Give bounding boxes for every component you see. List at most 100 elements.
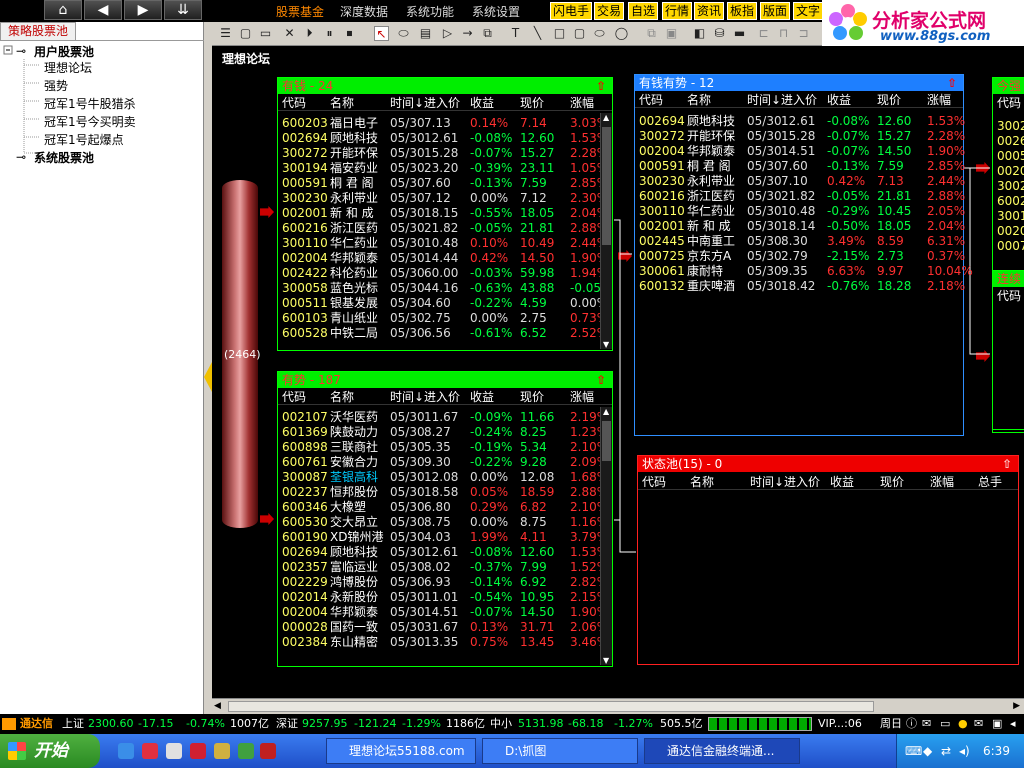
table-row[interactable]: 002004 华邦颖泰 05/30 14.51 -0.07% 14.50 1.90% (635, 144, 965, 159)
task-tdx-terminal[interactable]: 通达信金融终端通... (644, 738, 800, 764)
scroll-right-icon[interactable]: ▶ (1013, 701, 1020, 711)
table-row[interactable]: 600216 浙江医药 05/30 21.82 -0.05% 21.81 2.88% (635, 189, 965, 204)
table-row[interactable]: 300087 荃银高科 05/30 12.08 0.00% 12.08 1.68% (278, 470, 608, 485)
app-icon-2[interactable] (190, 743, 206, 759)
stock-code[interactable]: 0005 (997, 149, 1024, 164)
table-row[interactable]: 300061 康耐特 05/30 9.35 6.63% 9.97 10.04% (635, 264, 973, 279)
app-icon[interactable] (142, 743, 158, 759)
start-button[interactable]: 开始 (0, 734, 100, 768)
stock-code[interactable]: 3002 (997, 179, 1024, 194)
column-header-gain[interactable]: 收益 (470, 96, 494, 111)
column-header-time[interactable]: 时间↓ (747, 93, 781, 108)
table-row[interactable]: 002694 顾地科技 05/30 12.61 -0.08% 12.60 1.53% (635, 114, 965, 129)
scroll-down-icon[interactable]: ▼ (603, 340, 609, 349)
table-row[interactable]: 600203 福日电子 05/30 7.13 0.14% 7.14 3.03% (278, 116, 608, 131)
table-row[interactable]: 002384 东山精密 05/30 13.35 0.75% 13.45 3.46% (278, 635, 608, 650)
stock-code[interactable]: 6002 (997, 194, 1024, 209)
column-header-name[interactable]: 名称 (330, 390, 354, 405)
table-row[interactable]: 600190 XD锦州港 05/30 4.03 1.99% 4.11 3.79% (278, 530, 608, 545)
clock[interactable]: 6:39 (983, 744, 1010, 758)
table-row[interactable]: 300194 福安药业 05/30 23.20 -0.39% 23.11 1.05% (278, 161, 608, 176)
pool-up-arrow-icon[interactable]: ⇧ (1002, 456, 1012, 472)
table-row[interactable]: 002445 中南重工 05/30 8.30 3.49% 8.59 6.31% (635, 234, 965, 249)
column-header-time[interactable]: 时间↓ (390, 390, 424, 405)
network-icon[interactable]: ⇄ (941, 744, 951, 758)
column-header-price[interactable]: 现价 (520, 390, 544, 405)
table-row[interactable]: 002694 顾地科技 05/30 12.61 -0.08% 12.60 1.53% (278, 545, 608, 560)
table-row[interactable]: 600216 浙江医药 05/30 21.82 -0.05% 21.81 2.88% (278, 221, 608, 236)
table-row[interactable]: 600103 青山纸业 05/30 2.75 0.00% 2.75 0.73% (278, 311, 608, 326)
table-row[interactable]: 300110 华仁药业 05/30 10.48 -0.29% 10.45 2.05% (635, 204, 965, 219)
monitor-icon[interactable]: ▣ (992, 714, 1002, 734)
table-row[interactable]: 002694 顾地科技 05/30 12.61 -0.08% 12.60 1.53% (278, 131, 608, 146)
column-header-code[interactable]: 代码 (282, 390, 306, 405)
table-row[interactable]: 002237 恒邦股份 05/30 18.58 0.05% 18.59 2.88% (278, 485, 608, 500)
keyboard-icon[interactable]: ⌨ (905, 744, 922, 758)
scroll-thumb[interactable] (602, 127, 611, 245)
table-row[interactable]: 300230 永利带业 05/30 7.10 0.42% 7.13 2.44% (635, 174, 965, 189)
column-header-gain[interactable]: 收益 (830, 475, 854, 490)
info-icon[interactable]: ⓘ (906, 714, 917, 734)
column-header-change[interactable]: 涨幅 (570, 390, 594, 405)
table-row[interactable]: 600528 中铁二局 05/30 6.56 -0.61% 6.52 2.52% (278, 326, 608, 341)
column-header-change[interactable]: 涨幅 (930, 475, 954, 490)
column-header-entry[interactable]: 进入价 (424, 96, 460, 111)
table-row[interactable]: 002229 鸿博股份 05/30 6.93 -0.14% 6.92 2.82% (278, 575, 608, 590)
mail-icon[interactable]: ✉ (922, 714, 931, 734)
app-icon-3[interactable] (260, 743, 276, 759)
folder-icon[interactable] (214, 743, 230, 759)
table-row[interactable]: 002001 新 和 成 05/30 18.15 -0.55% 18.05 2.04% (278, 206, 608, 221)
column-header-time[interactable]: 时间↓ (750, 475, 784, 490)
speaker-icon[interactable]: ◂ (1010, 714, 1016, 734)
scroll-thumb[interactable] (228, 701, 874, 712)
scroll-down-icon[interactable]: ▼ (603, 656, 609, 665)
task-forum-browser[interactable]: 理想论坛55188.com (326, 738, 476, 764)
column-header-code[interactable]: 代码 (282, 96, 306, 111)
column-header-price[interactable]: 现价 (880, 475, 904, 490)
stock-code[interactable]: 0020 (997, 164, 1024, 179)
table-row[interactable]: 002014 永新股份 05/30 11.01 -0.54% 10.95 2.15% (278, 590, 608, 605)
column-header-price[interactable]: 现价 (520, 96, 544, 111)
column-header-change[interactable]: 涨幅 (570, 96, 594, 111)
table-row[interactable]: 002107 沃华医药 05/30 11.67 -0.09% 11.66 2.19% (278, 410, 608, 425)
column-header-entry[interactable]: 进入价 (784, 475, 820, 490)
table-row[interactable]: 600132 重庆啤酒 05/30 18.42 -0.76% 18.28 2.18% (635, 279, 965, 294)
column-header-entry[interactable]: 进入价 (424, 390, 460, 405)
table-row[interactable]: 600898 三联商社 05/30 5.35 -0.19% 5.34 2.10% (278, 440, 608, 455)
table-row[interactable]: 300272 开能环保 05/30 15.28 -0.07% 15.27 2.28% (635, 129, 965, 144)
scroll-up-icon[interactable]: ▲ (603, 407, 609, 416)
table-row[interactable]: 000725 京东方A 05/30 2.79 -2.15% 2.73 0.37% (635, 249, 965, 264)
stock-code[interactable]: 3002 (997, 119, 1024, 134)
stock-code[interactable]: 3001 (997, 209, 1024, 224)
scroll-thumb[interactable] (602, 421, 611, 461)
column-header-volume[interactable]: 总手 (978, 475, 1002, 490)
table-row[interactable]: 300058 蓝色光标 05/30 44.16 -0.63% 43.88 -0.05% (278, 281, 612, 296)
alert-icon[interactable] (2, 718, 16, 730)
table-row[interactable]: 002422 科伦药业 05/30 60.00 -0.03% 59.98 1.94% (278, 266, 608, 281)
media-icon[interactable] (238, 743, 254, 759)
table-row[interactable]: 000591 桐 君 阁 05/30 7.60 -0.13% 7.59 2.85% (635, 159, 965, 174)
canvas-horizontal-scrollbar[interactable]: ◀ ▶ (212, 698, 1024, 714)
task-explorer[interactable]: D:\抓图 (482, 738, 638, 764)
table-row[interactable]: 600530 交大昂立 05/30 8.75 0.00% 8.75 1.16% (278, 515, 608, 530)
table-row[interactable]: 601369 陕鼓动力 05/30 8.27 -0.24% 8.25 1.23% (278, 425, 608, 440)
table-row[interactable]: 002001 新 和 成 05/30 18.14 -0.50% 18.05 2.04% (635, 219, 965, 234)
volume-icon[interactable]: ◂) (959, 744, 970, 758)
column-header-price[interactable]: 现价 (877, 93, 901, 108)
scroll-left-icon[interactable]: ◀ (214, 701, 221, 711)
stock-code[interactable]: 0020 (997, 224, 1024, 239)
email-icon[interactable]: ✉ (974, 714, 983, 734)
column-header-gain[interactable]: 收益 (827, 93, 851, 108)
table-row[interactable]: 000028 国药一致 05/30 31.67 0.13% 31.71 2.06% (278, 620, 608, 635)
column-header-name[interactable]: 名称 (687, 93, 711, 108)
table-row[interactable]: 600346 大橡塑 05/30 6.80 0.29% 6.82 2.10% (278, 500, 608, 515)
table-row[interactable]: 600761 安徽合力 05/30 9.30 -0.22% 9.28 2.09% (278, 455, 608, 470)
table-row[interactable]: 300230 永利带业 05/30 7.12 0.00% 7.12 2.30% (278, 191, 608, 206)
column-header-time[interactable]: 时间↓ (390, 96, 424, 111)
column-header-name[interactable]: 名称 (330, 96, 354, 111)
table-row[interactable]: 000591 桐 君 阁 05/30 7.60 -0.13% 7.59 2.85% (278, 176, 608, 191)
table-row[interactable]: 300272 开能环保 05/30 15.28 -0.07% 15.27 2.28% (278, 146, 608, 161)
security-icon[interactable]: ◆ (923, 744, 932, 758)
table-row[interactable]: 000511 银基发展 05/30 4.60 -0.22% 4.59 0.00% (278, 296, 608, 311)
table-row[interactable]: 002004 华邦颖泰 05/30 14.44 0.42% 14.50 1.90% (278, 251, 608, 266)
